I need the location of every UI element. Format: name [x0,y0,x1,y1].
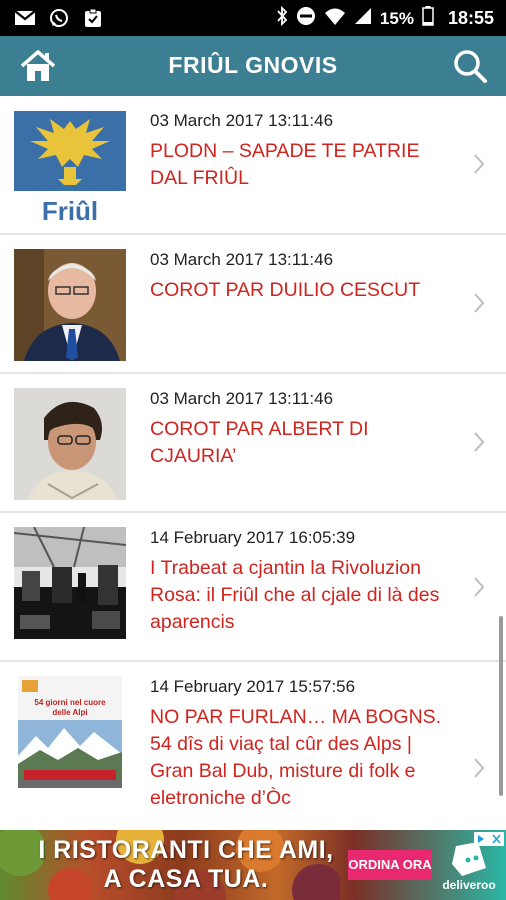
article-list[interactable]: Friûl 03 March 2017 13:11:46 PLODN – SAP… [0,96,506,830]
wifi-icon [324,7,346,30]
article-title[interactable]: NO PAR FURLAN… MA BOGNS. 54 dîs di viaç … [150,704,460,812]
article-thumbnail [14,527,126,639]
article-title[interactable]: COROT PAR DUILIO CESCUT [150,277,460,304]
signal-icon [354,7,372,30]
book-cover-alps: 54 giorni nel cuore delle Alpi [18,676,122,788]
ad-headline: I RISTORANTI CHE AMI, A CASA TUA. [36,836,336,894]
book-cover-line: delle Alpi [52,708,88,717]
article-date: 14 February 2017 15:57:56 [150,677,356,696]
band-on-stage-bw [14,527,126,639]
chevron-right-icon[interactable] [472,756,486,780]
status-bar: 15% 18:55 [0,0,506,36]
thumb-caption: Friûl [41,196,99,221]
app-bar: FRIÛL GNOVIS [0,36,506,96]
article-item[interactable]: 14 February 2017 16:05:39 I Trabeat a cj… [0,513,506,662]
gmail-icon [14,8,36,28]
article-item[interactable]: 03 March 2017 13:11:46 COROT PAR DUILIO … [0,235,506,374]
article-thumbnail [14,249,126,361]
chevron-right-icon[interactable] [472,291,486,315]
scrollbar[interactable] [499,616,503,796]
ad-brand: deliveroo [442,878,496,892]
deliveroo-logo-icon [452,842,486,876]
portrait-elderly-man [14,249,126,361]
clock: 18:55 [447,8,494,28]
battery-percent: 15% [379,8,414,28]
portrait-man-glasses [14,388,126,500]
ad-headline-line1: I RISTORANTI CHE AMI, [38,836,334,864]
chevron-right-icon[interactable] [472,430,486,454]
article-thumbnail: Friûl [14,111,126,221]
article-date: 03 March 2017 13:11:46 [150,389,334,408]
chevron-right-icon[interactable] [472,575,486,599]
friul-eagle-flag [14,111,126,191]
article-date: 14 February 2017 16:05:39 [150,528,356,547]
article-item[interactable]: 03 March 2017 13:11:46 COROT PAR ALBERT … [0,374,506,513]
search-icon [454,50,487,83]
battery-icon [422,6,434,31]
article-title[interactable]: PLODN – SAPADE TE PATRIE DAL FRIÛL [150,138,460,192]
article-title[interactable]: I Trabeat a cjantin la Rivoluzion Rosa: … [150,555,460,636]
article-date: 03 March 2017 13:11:46 [150,250,334,269]
ad-cta-button[interactable]: ORDINA ORA [348,850,432,880]
article-thumbnail [14,388,126,500]
ad-headline-line2: A CASA TUA. [103,865,269,893]
app-title: FRIÛL GNOVIS [168,52,338,78]
do-not-disturb-icon [296,6,316,31]
clipboard-icon [82,8,104,28]
bluetooth-icon [276,5,288,31]
search-button[interactable] [450,47,490,85]
article-date: 03 March 2017 13:11:46 [150,111,334,130]
home-icon [20,50,56,81]
article-title[interactable]: COROT PAR ALBERT DI CJAURIA’ [150,416,460,470]
home-button[interactable] [18,47,58,85]
article-item[interactable]: 54 giorni nel cuore delle Alpi 14 Februa… [0,662,506,830]
article-item[interactable]: Friûl 03 March 2017 13:11:46 PLODN – SAP… [0,96,506,235]
whatsapp-icon [48,8,70,28]
adchoices-icon[interactable] [474,832,504,846]
ad-banner[interactable]: I RISTORANTI CHE AMI, A CASA TUA. ORDINA… [0,830,506,900]
article-thumbnail: 54 giorni nel cuore delle Alpi [18,676,122,788]
chevron-right-icon[interactable] [472,152,486,176]
book-cover-line: 54 giorni nel cuore [34,698,106,707]
